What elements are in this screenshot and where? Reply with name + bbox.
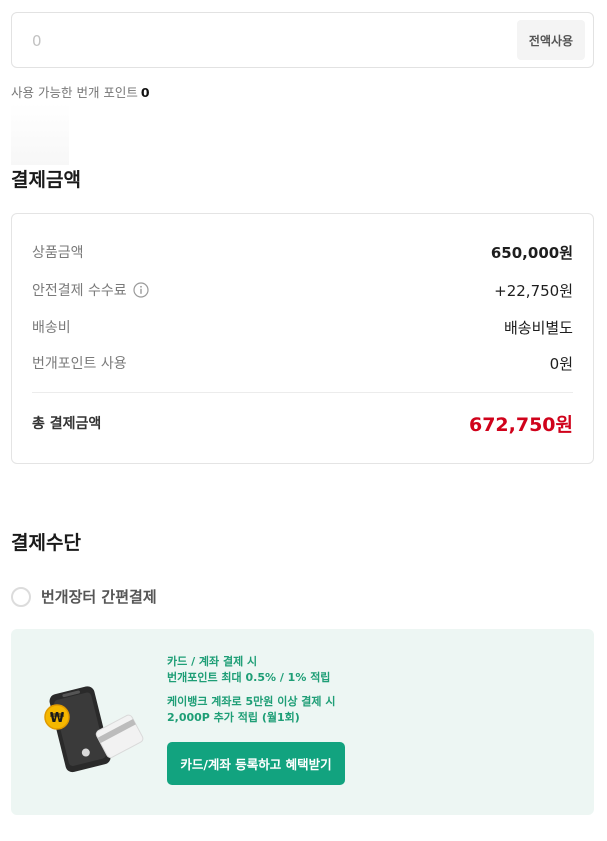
point-input-box: 전액사용 (11, 12, 594, 68)
use-all-button[interactable]: 전액사용 (517, 20, 585, 60)
register-card-button[interactable]: 카드/계좌 등록하고 혜택받기 (167, 742, 345, 785)
summary-row-total: 총 결제금액 672,750원 (32, 411, 573, 436)
available-points-value: 0 (140, 85, 150, 100)
payment-option-label: 번개장터 간편결제 (41, 588, 157, 606)
total-label: 총 결제금액 (32, 416, 102, 432)
svg-text:₩: ₩ (50, 711, 65, 726)
summary-row-fee: 안전결제 수수료 +22,750원 (32, 278, 573, 302)
summary-value: 0원 (549, 354, 573, 373)
promo-illustration: ₩ (44, 686, 144, 773)
payment-amount-title: 결제금액 (11, 169, 81, 191)
info-circle-icon[interactable] (133, 282, 149, 298)
promo-line-2: 번개포인트 최대 0.5% / 1% 적립 (167, 671, 331, 684)
promo-line-4: 2,000P 추가 적립 (월1회) (167, 711, 300, 724)
total-value: 672,750원 (468, 413, 573, 436)
summary-label-wrap: 안전결제 수수료 (32, 280, 149, 300)
won-coin-icon: ₩ (44, 704, 70, 730)
summary-label: 안전결제 수수료 (32, 283, 127, 299)
radio-button[interactable] (11, 586, 31, 607)
placeholder-block (11, 103, 69, 165)
promo-line-3: 케이뱅크 계좌로 5만원 이상 결제 시 (167, 695, 336, 708)
available-points: 사용 가능한 번개 포인트 0 (11, 82, 150, 101)
summary-label: 배송비 (32, 320, 71, 336)
summary-value: 배송비별도 (503, 318, 573, 337)
payment-summary: 상품금액 650,000원 안전결제 수수료 +22,750원 배송비 배송비별… (11, 213, 594, 464)
available-points-label: 사용 가능한 번개 포인트 (11, 85, 138, 100)
summary-label: 상품금액 (32, 245, 84, 261)
summary-label: 번개포인트 사용 (32, 356, 127, 372)
summary-row-shipping: 배송비 배송비별도 (32, 315, 573, 339)
payment-option-bunjang-pay[interactable]: 번개장터 간편결제 (11, 586, 157, 607)
payment-method-title: 결제수단 (11, 532, 81, 554)
summary-divider (32, 392, 573, 393)
summary-row-points: 번개포인트 사용 0원 (32, 351, 573, 375)
summary-value: 650,000원 (490, 243, 573, 262)
point-input[interactable] (32, 31, 432, 51)
summary-row-product: 상품금액 650,000원 (32, 240, 573, 264)
summary-value: +22,750원 (494, 281, 573, 300)
promo-banner: ₩ 카드 / 계좌 결제 시 번개포인트 최대 0.5% / 1% 적립 케이뱅… (11, 629, 594, 815)
promo-line-1: 카드 / 계좌 결제 시 (167, 655, 258, 668)
